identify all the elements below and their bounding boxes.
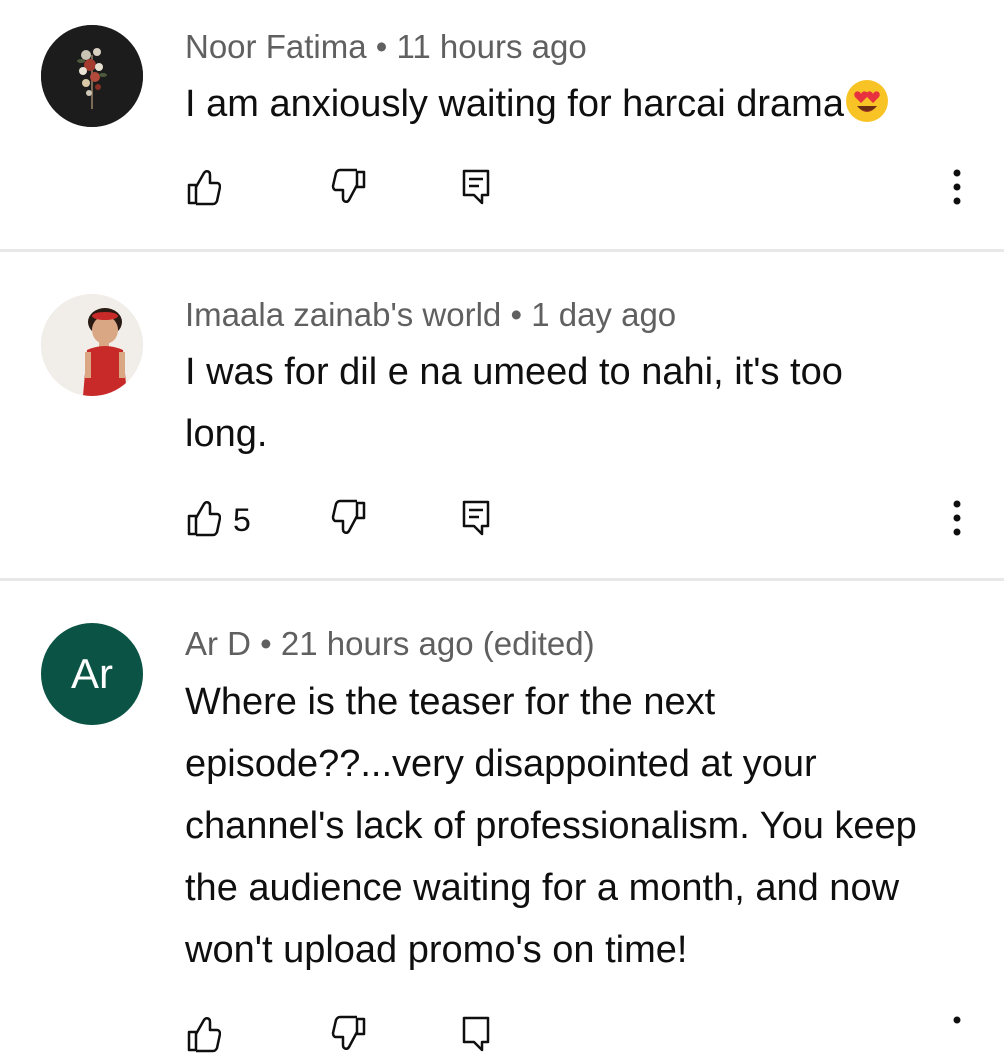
comment-actions (0, 164, 1004, 214)
meta-separator: • (510, 296, 523, 333)
reply-comment-icon (462, 500, 490, 541)
comment-text-content: I am anxiously waiting for harcai drama (185, 83, 844, 125)
more-options-button[interactable] (950, 495, 964, 545)
comment-time: 21 hours ago (edited) (280, 625, 595, 662)
thumbs-up-icon (187, 499, 222, 542)
reply-button[interactable] (462, 495, 490, 545)
more-vertical-icon (950, 1014, 964, 1059)
like-button[interactable] (187, 1011, 222, 1061)
thumbs-down-icon (330, 1015, 366, 1058)
comment-item: Ar Ar D • 21 hours ago (edited) Where is… (0, 581, 1004, 1052)
comment-meta: Imaala zainab's world • 1 day ago (185, 295, 676, 335)
comment-text: I am anxiously waiting for harcai drama (185, 73, 945, 143)
meta-separator: • (260, 625, 272, 662)
dislike-button[interactable] (330, 495, 366, 545)
child-photo-avatar-image (41, 294, 143, 396)
avatar[interactable] (41, 25, 143, 127)
comment-text: Where is the teaser for the next episode… (185, 681, 917, 971)
reply-comment-icon (462, 169, 490, 210)
reply-comment-icon (462, 1016, 490, 1057)
comment-time: 11 hours ago (396, 28, 587, 65)
dislike-button[interactable] (330, 1011, 366, 1061)
like-button[interactable]: 5 (187, 495, 251, 545)
comment-item: Noor Fatima • 11 hours ago I am anxiousl… (0, 0, 1004, 250)
comment-meta: Noor Fatima • 11 hours ago (185, 27, 587, 67)
dislike-button[interactable] (330, 164, 366, 214)
comment-author[interactable]: Noor Fatima (185, 28, 367, 65)
thumbs-down-icon (330, 499, 366, 542)
thumbs-up-icon (187, 168, 222, 211)
smiling-face-with-heart-eyes-icon (844, 78, 890, 143)
comment-time: 1 day ago (531, 296, 677, 333)
comment-actions: 5 (0, 495, 1004, 545)
more-options-button[interactable] (950, 1011, 964, 1061)
thumbs-up-icon (187, 1015, 222, 1058)
avatar[interactable] (41, 294, 143, 396)
avatar[interactable]: Ar (41, 623, 143, 725)
comment-actions (0, 1011, 1004, 1061)
comment-text: I was for dil e na umeed to nahi, it's t… (185, 351, 843, 455)
more-options-button[interactable] (950, 164, 964, 214)
meta-separator: • (375, 28, 388, 65)
flower-bouquet-avatar-image (41, 25, 143, 127)
more-vertical-icon (950, 167, 964, 212)
more-vertical-icon (950, 498, 964, 543)
like-button[interactable] (187, 164, 233, 214)
comment-meta: Ar D • 21 hours ago (edited) (185, 624, 595, 664)
like-count: 5 (233, 501, 251, 538)
reply-button[interactable] (462, 1011, 490, 1061)
thumbs-down-icon (330, 168, 366, 211)
comment-item: Imaala zainab's world • 1 day ago I was … (0, 252, 1004, 580)
comment-author[interactable]: Ar D (185, 625, 251, 662)
avatar-initials: Ar (71, 650, 113, 697)
comment-author[interactable]: Imaala zainab's world (185, 296, 501, 333)
reply-button[interactable] (462, 164, 490, 214)
